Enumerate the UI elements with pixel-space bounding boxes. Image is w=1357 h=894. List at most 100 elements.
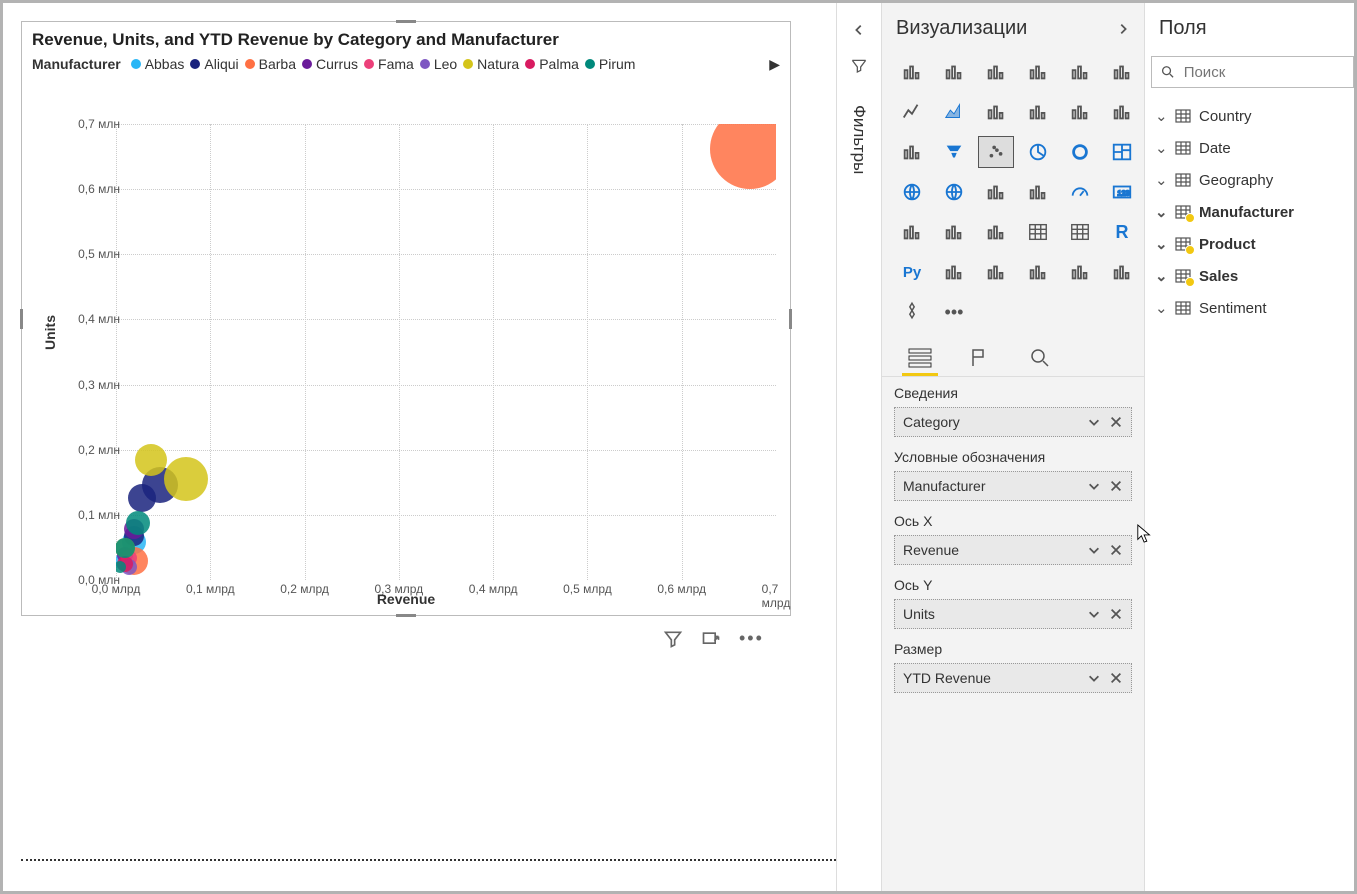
data-point[interactable] [135,444,167,476]
viz-type-power-apps[interactable] [1104,256,1140,288]
viz-type-shape-map[interactable] [978,176,1014,208]
fields-tab[interactable] [902,342,938,376]
expand-filters-icon[interactable] [852,23,866,37]
viz-type-donut[interactable] [1062,136,1098,168]
viz-type-column-100[interactable] [1104,56,1140,88]
viz-type-slicer[interactable] [978,216,1014,248]
legend-next-icon[interactable]: ▶ [769,56,780,73]
viz-type-scatter[interactable] [978,136,1014,168]
x-tick-label: 0,7 млрд [762,582,791,610]
chart-visual[interactable]: Revenue, Units, and YTD Revenue by Categ… [21,21,791,616]
viz-type-bar-clustered[interactable] [936,56,972,88]
more-options-icon[interactable]: ••• [739,628,764,649]
viz-type-bar-stacked[interactable] [894,56,930,88]
table-row[interactable]: ⌄ Product [1145,228,1354,260]
resize-handle-bottom[interactable] [396,614,416,617]
viz-type-bar-h[interactable] [894,136,930,168]
chevron-down-icon[interactable]: ⌄ [1155,235,1167,253]
field-well[interactable]: Revenue [894,535,1132,565]
viz-type-bar-100[interactable] [978,56,1014,88]
data-point[interactable] [126,511,150,535]
analytics-tab[interactable] [1022,342,1058,376]
data-point[interactable] [710,124,776,189]
legend-item[interactable]: Barba [245,56,296,72]
viz-type-filled-map[interactable] [936,176,972,208]
chevron-down-icon[interactable] [1087,543,1101,557]
chevron-down-icon[interactable] [1087,479,1101,493]
field-well[interactable]: Manufacturer [894,471,1132,501]
resize-handle-right[interactable] [789,309,792,329]
viz-type-column-clustered[interactable] [1062,56,1098,88]
viz-type-map[interactable] [894,176,930,208]
collapse-viz-icon[interactable] [1116,22,1130,36]
viz-type-py-visual[interactable]: Py [894,256,930,288]
resize-handle-top[interactable] [396,20,416,23]
viz-type-arcgis[interactable] [1020,176,1056,208]
chevron-down-icon[interactable]: ⌄ [1155,171,1167,189]
viz-type-paginated[interactable] [1062,256,1098,288]
remove-field-icon[interactable] [1109,671,1123,685]
remove-field-icon[interactable] [1109,479,1123,493]
resize-handle-left[interactable] [20,309,23,329]
filters-pane-collapsed[interactable]: Фильтры [836,3,881,891]
fields-search[interactable] [1151,56,1354,88]
viz-type-pie[interactable] [1020,136,1056,168]
remove-field-icon[interactable] [1109,543,1123,557]
report-canvas[interactable]: Revenue, Units, and YTD Revenue by Categ… [3,3,836,891]
search-input[interactable] [1184,64,1345,81]
legend-item[interactable]: Natura [463,56,519,72]
chevron-down-icon[interactable]: ⌄ [1155,267,1167,285]
viz-type-custom[interactable] [894,296,930,328]
format-tab[interactable] [962,342,998,376]
legend-item[interactable]: Fama [364,56,414,72]
chevron-down-icon[interactable]: ⌄ [1155,203,1167,221]
viz-type-key-influencers[interactable] [936,256,972,288]
table-row[interactable]: ⌄ Geography [1145,164,1354,196]
field-well[interactable]: Category [894,407,1132,437]
viz-type-area[interactable] [936,96,972,128]
filter-icon[interactable] [663,629,683,649]
viz-type-funnel[interactable] [936,136,972,168]
viz-type-combo2[interactable] [1062,96,1098,128]
viz-type-line[interactable] [894,96,930,128]
legend-item[interactable]: Abbas [131,56,185,72]
viz-type-gauge[interactable] [1062,176,1098,208]
remove-field-icon[interactable] [1109,607,1123,621]
viz-type-multi-card[interactable] [894,216,930,248]
chevron-down-icon[interactable]: ⌄ [1155,299,1167,317]
chevron-down-icon[interactable]: ⌄ [1155,107,1167,125]
legend-item[interactable]: Pirum [585,56,636,72]
viz-type-table[interactable] [1020,216,1056,248]
viz-type-decomposition[interactable] [978,256,1014,288]
viz-type-treemap[interactable] [1104,136,1140,168]
legend-item[interactable]: Aliqui [190,56,238,72]
remove-field-icon[interactable] [1109,415,1123,429]
chevron-down-icon[interactable]: ⌄ [1155,139,1167,157]
chevron-down-icon[interactable] [1087,671,1101,685]
viz-type-r-visual[interactable]: R [1104,216,1140,248]
table-row[interactable]: ⌄ Country [1145,100,1354,132]
viz-type-waterfall[interactable] [1104,96,1140,128]
viz-type-combo1[interactable] [1020,96,1056,128]
legend-item[interactable]: Palma [525,56,579,72]
focus-mode-icon[interactable] [701,629,721,649]
viz-type-qa[interactable] [1020,256,1056,288]
viz-type-matrix[interactable] [1062,216,1098,248]
viz-type-column-stacked[interactable] [1020,56,1056,88]
table-row[interactable]: ⌄ Sentiment [1145,292,1354,324]
data-point[interactable] [164,457,208,501]
table-row[interactable]: ⌄ Manufacturer [1145,196,1354,228]
viz-type-more[interactable]: ••• [936,296,972,328]
viz-type-card[interactable]: 123 [1104,176,1140,208]
chevron-down-icon[interactable] [1087,415,1101,429]
viz-type-kpi[interactable] [936,216,972,248]
legend-item[interactable]: Currus [302,56,358,72]
table-row[interactable]: ⌄ Sales [1145,260,1354,292]
plot-area[interactable] [116,124,776,580]
chevron-down-icon[interactable] [1087,607,1101,621]
field-well[interactable]: Units [894,599,1132,629]
legend-item[interactable]: Leo [420,56,457,72]
viz-type-ribbon[interactable] [978,96,1014,128]
table-row[interactable]: ⌄ Date [1145,132,1354,164]
field-well[interactable]: YTD Revenue [894,663,1132,693]
